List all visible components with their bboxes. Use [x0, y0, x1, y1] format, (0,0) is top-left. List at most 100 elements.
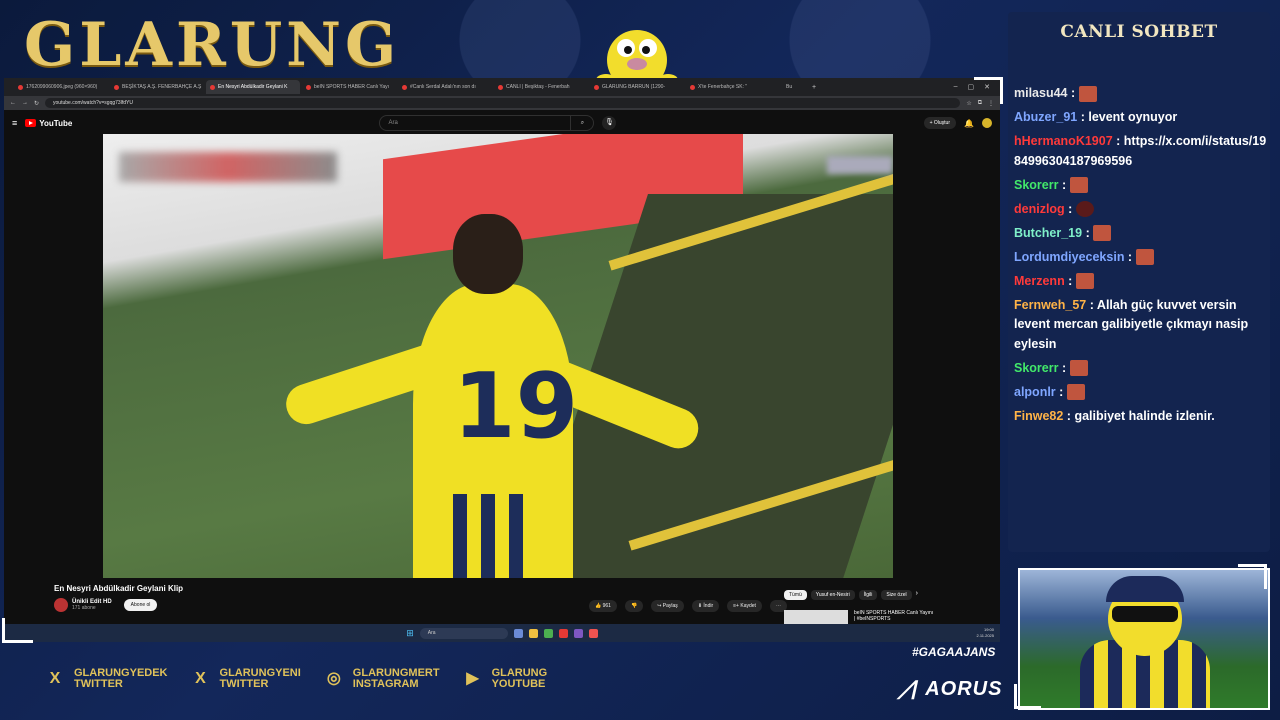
browser-tab-bar: 1762099060906.jpeg (960×960) BEŞİKTAŞ A.…	[4, 78, 1000, 96]
tab-favicon-icon	[498, 84, 503, 90]
youtube-search-input[interactable]: Ara ⌕	[379, 115, 595, 131]
chat-username[interactable]: Fernweh_57	[1014, 298, 1086, 312]
hamburger-menu-icon[interactable]: ≡	[12, 118, 17, 128]
social-links: X GLARUNGYEDEK TWITTER X GLARUNGYENI TWITTER ◎…	[44, 668, 548, 690]
blurred-scoreboard	[119, 152, 337, 182]
chat-username[interactable]: Butcher_19	[1014, 226, 1082, 240]
frame-corner	[2, 618, 33, 643]
social-link: X GLARUNGYEDEK TWITTER	[44, 668, 168, 690]
x-twitter-icon: X	[195, 670, 206, 687]
channel-avatar[interactable]	[54, 598, 68, 612]
url-field[interactable]: youtube.com/watch?v=sgqg73lfdYU	[45, 98, 961, 108]
windows-start-icon[interactable]: ⊞	[406, 628, 414, 639]
create-button[interactable]: + Oluştur	[923, 117, 957, 129]
webcam-feed	[1018, 568, 1270, 710]
video-info-panel: En Nesyri Abdülkadir Geylani Klip Ünikli…	[4, 578, 1000, 624]
tab-label: CANLI | Beşiktaş - Fenerbah	[506, 84, 570, 90]
chip-all[interactable]: Tümü	[784, 590, 807, 600]
file-explorer-icon[interactable]	[528, 628, 538, 638]
bookmark-star-icon[interactable]: ☆	[966, 100, 971, 107]
browser-tab[interactable]: 1762099060906.jpeg (960×960)	[14, 80, 108, 94]
chat-username[interactable]: Merzenn	[1014, 274, 1065, 288]
video-actions: 👍 961 👎 ↪ Paylaş ⬇ İndir ≡+ Kaydet ⋯	[589, 600, 787, 612]
reload-icon[interactable]: ↻	[34, 100, 39, 107]
clock-date: 2.11.2025	[976, 633, 995, 638]
forward-icon[interactable]: →	[22, 100, 28, 106]
tab-label: X'te Fenerbahçe SK: "	[698, 84, 748, 90]
tab-label: En Nesyri Abdülkadir Geylani K	[218, 84, 288, 90]
like-button[interactable]: 👍 961	[589, 600, 617, 612]
new-tab-icon[interactable]: +	[812, 84, 816, 91]
save-button[interactable]: ≡+ Kaydet	[727, 600, 762, 612]
browser-tab[interactable]: BEŞİKTAŞ A.Ş. FENERBAHÇE A.Ş	[110, 80, 204, 94]
recommended-video-title[interactable]: beIN SPORTS HABER Canlı Yayını | #beINSP…	[854, 610, 934, 622]
discord-icon[interactable]	[573, 628, 583, 638]
tab-favicon-icon	[690, 84, 695, 90]
video-player[interactable]: 19	[103, 134, 893, 578]
chat-username[interactable]: denizlog	[1014, 202, 1065, 216]
frame-corner	[1238, 564, 1267, 589]
chrome-icon[interactable]	[543, 628, 553, 638]
chip-for-you[interactable]: Size özel	[881, 590, 912, 600]
jersey-stripes	[453, 494, 533, 578]
download-label: İndir	[703, 603, 714, 609]
microphone-icon[interactable]: 🎙	[602, 116, 617, 130]
social-link: ◎ GLARUNGMERT INSTAGRAM	[323, 668, 440, 690]
notifications-bell-icon[interactable]: 🔔	[964, 119, 974, 128]
share-button[interactable]: ↪ Paylaş	[651, 600, 684, 612]
taskbar-clock[interactable]: 19:00 2.11.2025	[977, 627, 995, 639]
tab-favicon-icon	[18, 84, 23, 90]
chat-username[interactable]: Abuzer_91	[1014, 110, 1077, 124]
back-icon[interactable]: ←	[10, 100, 16, 106]
search-icon[interactable]: ⌕	[570, 116, 593, 130]
chat-panel: CANLI SOHBET milasu44 : Abuzer_91 : leve…	[1008, 12, 1270, 552]
chat-username[interactable]: Finwe82	[1014, 409, 1063, 423]
chips-next-icon[interactable]: ›	[916, 590, 918, 600]
task-view-icon[interactable]	[513, 628, 523, 638]
obs-icon[interactable]	[588, 628, 598, 638]
chip-related[interactable]: İlgili	[858, 590, 878, 600]
chat-username[interactable]: Lordumdiyeceksin	[1014, 250, 1124, 264]
tab-favicon-icon	[114, 84, 119, 90]
chat-separator: :	[1086, 297, 1097, 312]
chat-message: alponlr :	[1014, 383, 1268, 403]
emote-icon	[1093, 225, 1112, 242]
chip-yusuf[interactable]: Yusuf en-Nesiri	[810, 590, 855, 600]
chat-username[interactable]: Skorerr	[1014, 178, 1058, 192]
brave-icon[interactable]	[558, 628, 568, 638]
social-label: GLARUNGYEDEK TWITTER	[74, 668, 168, 690]
dislike-button[interactable]: 👎	[624, 600, 644, 612]
taskbar-search-input[interactable]: Ara	[419, 627, 508, 639]
tab-favicon-icon	[306, 84, 311, 90]
browser-tab[interactable]: GLARUNG BARRUN (1290-	[590, 80, 684, 94]
recommended-video-thumbnail[interactable]	[784, 610, 848, 624]
chat-message: Lordumdiyeceksin :	[1014, 248, 1268, 268]
player-head	[453, 214, 523, 294]
save-label: Kaydet	[740, 603, 756, 609]
youtube-logo[interactable]: YouTube	[25, 119, 72, 128]
account-avatar[interactable]	[981, 118, 992, 128]
social-link: ▶ GLARUNG YOUTUBE	[462, 668, 547, 690]
chat-message: milasu44 :	[1014, 84, 1268, 104]
browser-tab[interactable]: Bu	[782, 80, 810, 94]
youtube-logo-text: YouTube	[39, 118, 73, 128]
tab-label: 1762099060906.jpeg (960×960)	[26, 84, 98, 90]
minimize-icon[interactable]: –	[954, 83, 958, 91]
tab-label: GLARUNG BARRUN (1290-	[602, 84, 666, 90]
browser-tab[interactable]: #Canlı Serdal Adalı'nın son dı	[398, 80, 492, 94]
chat-username[interactable]: milasu44	[1014, 86, 1068, 100]
browser-tab[interactable]: X'te Fenerbahçe SK: "	[686, 80, 780, 94]
social-platform: TWITTER	[74, 678, 123, 690]
chat-username[interactable]: alponlr	[1014, 385, 1056, 399]
youtube-play-icon	[25, 119, 37, 127]
jersey-number: 19	[453, 354, 579, 459]
browser-tab[interactable]: CANLI | Beşiktaş - Fenerbah	[494, 80, 588, 94]
chat-separator: :	[1063, 408, 1075, 423]
download-button[interactable]: ⬇ İndir	[691, 600, 720, 612]
chat-username[interactable]: hHermanoK1907	[1014, 134, 1113, 148]
browser-tab-active[interactable]: En Nesyri Abdülkadir Geylani K	[206, 80, 300, 94]
chat-message: Butcher_19 :	[1014, 224, 1268, 244]
chat-username[interactable]: Skorerr	[1014, 361, 1058, 375]
subscribe-button[interactable]: Abone ol	[123, 599, 158, 611]
browser-tab[interactable]: beIN SPORTS HABER Canlı Yayı	[302, 80, 396, 94]
